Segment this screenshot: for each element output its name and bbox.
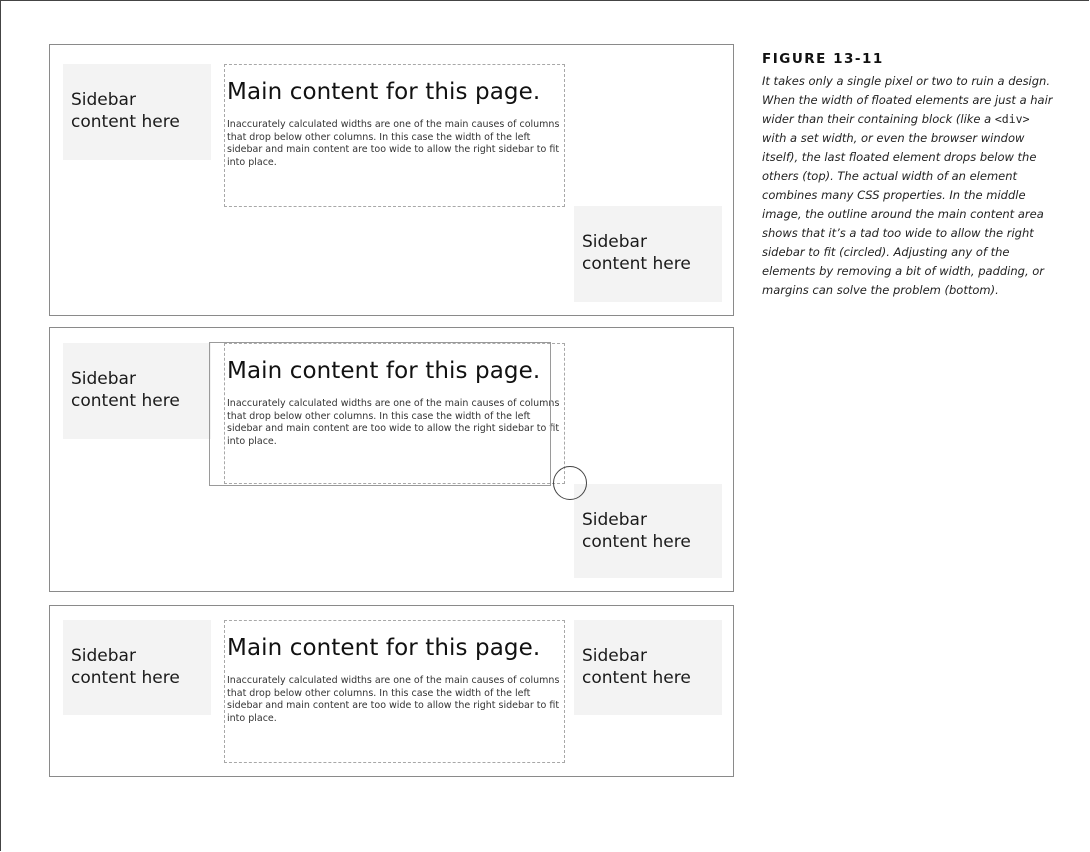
right-sidebar-line-1: Sidebar [582, 232, 647, 252]
main-content-title: Main content for this page. [227, 635, 541, 661]
main-content-box: Main content for this page. Inaccurately… [224, 343, 565, 484]
left-sidebar: Sidebar content here [63, 343, 211, 439]
left-sidebar: Sidebar content here [63, 620, 211, 715]
example-panel-dropped-sidebar: Sidebar content here Main content for th… [49, 44, 734, 316]
left-sidebar-line-1: Sidebar [71, 90, 136, 110]
main-content-box: Main content for this page. Inaccurately… [224, 620, 565, 763]
left-sidebar: Sidebar content here [63, 64, 211, 160]
example-panel-fixed: Sidebar content here Main content for th… [49, 605, 734, 777]
left-sidebar-line-1: Sidebar [71, 369, 136, 389]
left-sidebar-line-2: content here [71, 668, 180, 688]
figure-caption-text: It takes only a single pixel or two to r… [762, 72, 1056, 300]
main-content-title: Main content for this page. [227, 358, 541, 384]
figure-caption: FIGURE 13-11 It takes only a single pixe… [762, 51, 1062, 300]
right-sidebar-line-1: Sidebar [582, 510, 647, 530]
caption-text-part-2: with a set width, or even the browser wi… [762, 131, 1045, 297]
main-content-box: Main content for this page. Inaccurately… [224, 64, 565, 207]
main-content-text: Inaccurately calculated widths are one o… [227, 398, 560, 447]
right-sidebar: Sidebar content here [574, 620, 722, 715]
left-sidebar-line-1: Sidebar [71, 646, 136, 666]
main-content-text: Inaccurately calculated widths are one o… [227, 675, 560, 724]
right-sidebar: Sidebar content here [574, 484, 722, 578]
right-sidebar-line-2: content here [582, 668, 691, 688]
example-panel-outlined: Sidebar content here Main content for th… [49, 327, 734, 592]
caption-code: <div> [994, 112, 1030, 126]
left-sidebar-line-2: content here [71, 112, 180, 132]
figure-label: FIGURE 13-11 [762, 51, 884, 67]
right-sidebar-line-2: content here [582, 254, 691, 274]
main-content-title: Main content for this page. [227, 79, 541, 105]
main-content-text: Inaccurately calculated widths are one o… [227, 119, 560, 168]
right-sidebar: Sidebar content here [574, 206, 722, 302]
right-sidebar-line-1: Sidebar [582, 646, 647, 666]
right-sidebar-line-2: content here [582, 532, 691, 552]
circle-highlight-icon [553, 466, 587, 500]
left-sidebar-line-2: content here [71, 391, 180, 411]
